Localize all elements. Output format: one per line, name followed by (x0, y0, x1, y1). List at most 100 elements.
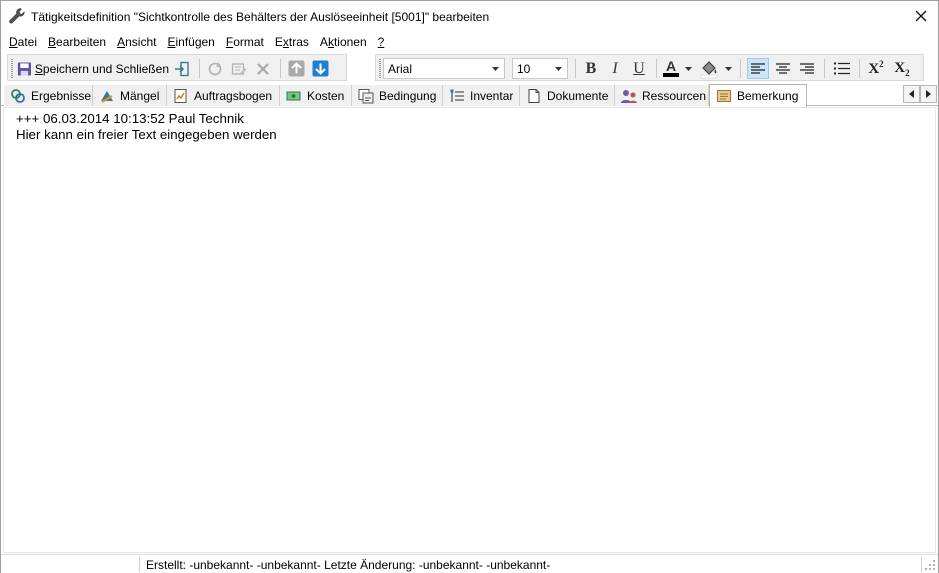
subscript-button[interactable]: X2 (890, 58, 914, 79)
superscript-icon: X2 (868, 59, 884, 77)
documents-icon (525, 88, 543, 104)
tab-ergebnisse[interactable]: Ergebnisse (4, 85, 93, 106)
remark-text-editor[interactable]: +++ 06.03.2014 10:13:52 Paul Technik Hie… (3, 107, 936, 553)
tab-bar: Ergebnisse Mängel Auftragsbogen Kosten B… (1, 84, 938, 107)
edit-form-icon (231, 62, 247, 75)
costs-icon (285, 88, 303, 104)
menu-help[interactable]: ? (374, 32, 392, 52)
format-toolbar: Arial 10 B I U A X2 X2 (375, 54, 924, 81)
chevron-down-icon (724, 66, 732, 71)
tab-bedingung[interactable]: Bedingung (352, 85, 443, 106)
menu-datei[interactable]: Datei (5, 32, 44, 52)
exit-door-icon (175, 61, 189, 76)
highlight-color-button[interactable] (697, 58, 721, 79)
menu-ansicht[interactable]: Ansicht (113, 32, 163, 52)
font-color-button[interactable]: A (660, 58, 682, 79)
bullet-list-icon (834, 62, 850, 75)
italic-button[interactable]: I (604, 58, 626, 79)
chevron-down-icon (684, 66, 692, 71)
move-down-button[interactable] (309, 58, 331, 79)
tab-maengel[interactable]: Mängel (93, 85, 167, 106)
remark-text-line: Hier kann ein freier Text eingegeben wer… (16, 127, 277, 142)
tab-inventar[interactable]: Inventar (443, 85, 520, 106)
font-color-dropdown[interactable] (683, 58, 693, 79)
toolbar-grip[interactable] (379, 59, 381, 78)
arrow-down-icon (312, 60, 328, 77)
menu-aktionen[interactable]: Aktionen (316, 32, 374, 52)
chevron-right-icon (926, 90, 931, 98)
menu-bar: Datei Bearbeiten Ansicht Einfügen Format… (1, 32, 938, 52)
font-name-select[interactable]: Arial (383, 58, 505, 79)
tab-ressourcen[interactable]: Ressourcen (615, 85, 709, 106)
delete-button[interactable] (252, 58, 274, 79)
status-separator (921, 557, 922, 572)
status-separator (139, 557, 140, 572)
close-button[interactable] (910, 6, 932, 26)
bullet-list-button[interactable] (831, 58, 853, 79)
toolbar-band: Speichern und Schließen Arial 10 B I U A… (1, 52, 938, 83)
status-created-modified: Erstellt: -unbekannt- -unbekannt- Letzte… (146, 558, 551, 572)
refresh-button[interactable] (204, 58, 226, 79)
menu-extras[interactable]: Extras (271, 32, 316, 52)
inventory-icon (448, 88, 466, 104)
bold-button[interactable]: B (580, 58, 602, 79)
subscript-icon: X2 (894, 59, 910, 78)
paint-bucket-icon (700, 60, 718, 78)
resize-grip-icon[interactable] (925, 560, 936, 571)
highlight-color-dropdown[interactable] (723, 58, 733, 79)
save-close-button[interactable]: Speichern und Schließen (17, 58, 169, 79)
toolbar-separator (740, 59, 741, 78)
toolbar-separator (280, 59, 281, 78)
superscript-button[interactable]: X2 (864, 58, 888, 79)
align-center-button[interactable] (772, 58, 794, 79)
align-right-button[interactable] (796, 58, 818, 79)
status-bar: Erstellt: -unbekannt- -unbekannt- Letzte… (1, 554, 938, 573)
window-title: Tätigkeitsdefinition "Sichtkontrolle des… (31, 10, 490, 24)
move-up-button[interactable] (285, 58, 307, 79)
results-icon (9, 88, 27, 104)
toolbar-separator (575, 59, 576, 78)
tab-bemerkung[interactable]: Bemerkung (709, 84, 807, 107)
underline-icon: U (633, 59, 645, 77)
chevron-down-icon (552, 61, 565, 76)
remark-icon (715, 88, 733, 104)
menu-bearbeiten[interactable]: Bearbeiten (44, 32, 113, 52)
title-bar: Tätigkeitsdefinition "Sichtkontrolle des… (1, 1, 938, 32)
tab-auftragsbogen[interactable]: Auftragsbogen (167, 85, 280, 106)
close-icon (915, 10, 927, 22)
chevron-left-icon (909, 90, 914, 98)
save-icon (17, 61, 31, 76)
font-size-select[interactable]: 10 (512, 58, 568, 79)
editor-window: Tätigkeitsdefinition "Sichtkontrolle des… (0, 0, 939, 573)
tab-scroll-left-button[interactable] (903, 85, 920, 103)
wrench-icon (8, 7, 26, 25)
main-toolbar: Speichern und Schließen (7, 54, 347, 81)
condition-icon (357, 88, 375, 104)
toolbar-grip[interactable] (11, 59, 13, 78)
order-sheet-icon (172, 88, 190, 104)
italic-icon: I (612, 59, 618, 77)
remark-text-line: +++ 06.03.2014 10:13:52 Paul Technik (16, 111, 244, 126)
resources-icon (620, 88, 638, 104)
tab-dokumente[interactable]: Dokumente (520, 85, 615, 106)
edit-form-button[interactable] (228, 58, 250, 79)
font-color-icon: A (665, 58, 677, 74)
align-center-icon (776, 62, 790, 74)
align-left-icon (751, 62, 765, 74)
toolbar-separator (656, 59, 657, 78)
toolbar-separator (824, 59, 825, 78)
underline-button[interactable]: U (628, 58, 650, 79)
toolbar-separator (199, 59, 200, 78)
defects-icon (98, 88, 116, 104)
bold-icon: B (585, 59, 597, 77)
align-left-button[interactable] (747, 58, 769, 79)
tab-kosten[interactable]: Kosten (280, 85, 352, 106)
tab-scroll-right-button[interactable] (920, 85, 937, 103)
menu-einfuegen[interactable]: Einfügen (163, 32, 221, 52)
align-right-icon (800, 62, 814, 74)
arrow-up-icon (288, 60, 304, 77)
menu-format[interactable]: Format (222, 32, 271, 52)
toolbar-separator (859, 59, 860, 78)
save-exit-button[interactable] (171, 58, 193, 79)
chevron-down-icon (489, 61, 502, 76)
